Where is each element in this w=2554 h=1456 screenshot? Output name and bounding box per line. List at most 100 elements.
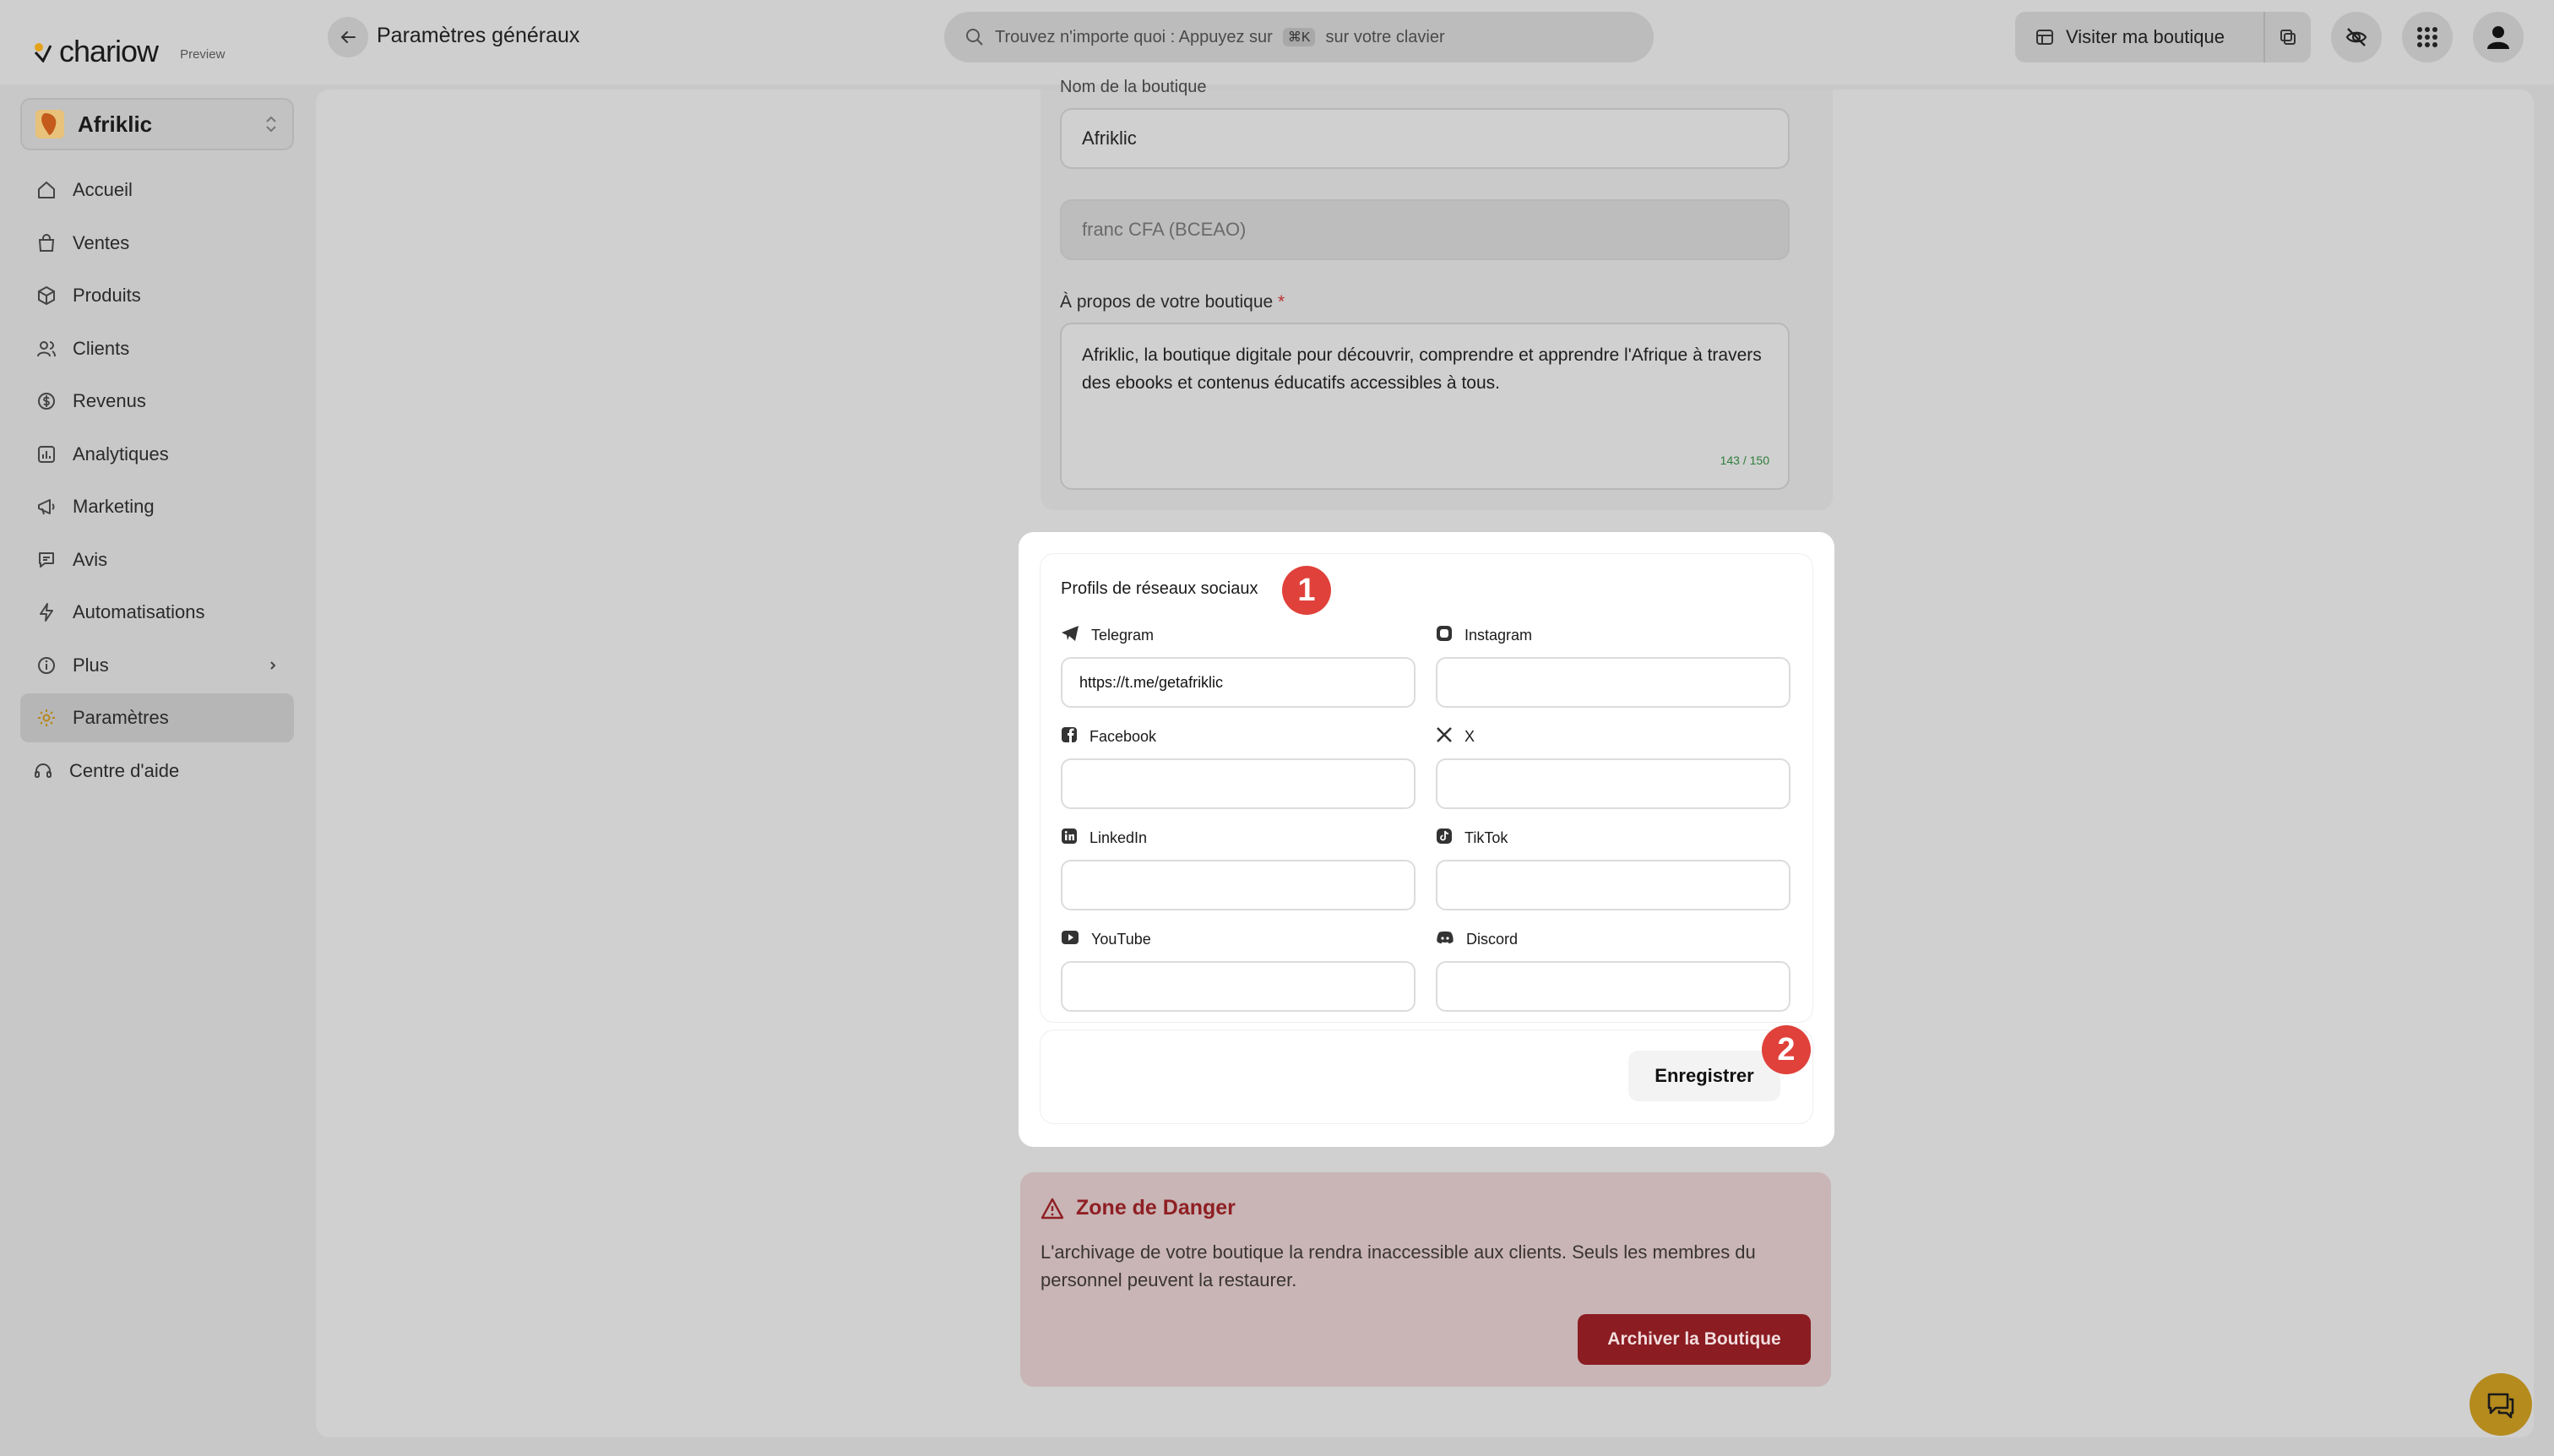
- apps-grid-icon: [2417, 27, 2437, 47]
- danger-zone-title: Zone de Danger: [1076, 1196, 1236, 1220]
- user-menu-button[interactable]: [2473, 12, 2524, 62]
- sidebar-item-parametres[interactable]: Paramètres: [20, 693, 294, 742]
- bolt-icon: [35, 601, 57, 623]
- chariow-logo-icon: [32, 41, 54, 63]
- discord-icon: [1436, 930, 1454, 949]
- back-button[interactable]: [328, 17, 368, 57]
- x-input[interactable]: [1436, 758, 1791, 809]
- youtube-input[interactable]: [1061, 961, 1416, 1012]
- social-profiles-title: Profils de réseaux sociaux: [1061, 579, 1258, 598]
- review-icon: [35, 549, 57, 571]
- store-switcher[interactable]: Afriklic: [20, 98, 294, 150]
- support-chat-button[interactable]: [2470, 1373, 2532, 1436]
- danger-zone-description: L'archivage de votre boutique la rendra …: [1041, 1241, 1756, 1290]
- field-label: TikTok: [1464, 829, 1508, 846]
- store-name-input[interactable]: Afriklic: [1060, 108, 1790, 169]
- preview-badge: Preview: [180, 46, 226, 62]
- youtube-icon: [1061, 930, 1079, 949]
- youtube-field: YouTube: [1061, 929, 1416, 1012]
- danger-zone-header: Zone de Danger: [1041, 1196, 1236, 1220]
- sidebar-item-produits[interactable]: Produits: [20, 271, 294, 320]
- visit-store-label: Visiter ma boutique: [2066, 26, 2225, 47]
- arrow-left-icon: [340, 31, 356, 43]
- instagram-input[interactable]: [1436, 657, 1791, 708]
- social-profiles-card: Profils de réseaux sociaux Telegram http…: [1041, 554, 1812, 1022]
- sidebar-item-accueil[interactable]: Accueil: [20, 166, 294, 215]
- sidebar-nav: Accueil Ventes Produits Clients Revenus …: [20, 166, 294, 799]
- field-label: X: [1464, 727, 1475, 745]
- sidebar-item-plus[interactable]: Plus: [20, 641, 294, 690]
- tiktok-field: TikTok: [1436, 828, 1791, 910]
- sidebar-item-automatisations[interactable]: Automatisations: [20, 588, 294, 637]
- sidebar-item-clients[interactable]: Clients: [20, 324, 294, 373]
- brand-name: chariow: [59, 34, 159, 68]
- chart-icon: [35, 443, 57, 465]
- page-title: Paramètres généraux: [377, 24, 580, 47]
- search-shortcut: ⌘K: [1282, 28, 1316, 46]
- highlighted-section: Profils de réseaux sociaux Telegram http…: [1019, 532, 1834, 1147]
- facebook-input[interactable]: [1061, 758, 1416, 809]
- info-icon: [35, 655, 57, 676]
- sidebar-item-label: Automatisations: [73, 601, 205, 622]
- tiktok-input[interactable]: [1436, 860, 1791, 910]
- search-bar[interactable]: Trouvez n'importe quoi : Appuyez sur ⌘K …: [944, 12, 1654, 62]
- sidebar-item-label: Analytiques: [73, 443, 169, 465]
- warning-icon: [1041, 1198, 1064, 1219]
- field-label: YouTube: [1091, 930, 1151, 948]
- field-label: Telegram: [1091, 626, 1155, 644]
- linkedin-input[interactable]: [1061, 860, 1416, 910]
- sidebar-item-label: Paramètres: [73, 707, 169, 728]
- instagram-icon: [1436, 625, 1453, 646]
- about-label-text: À propos de votre boutique: [1060, 292, 1274, 312]
- telegram-field: Telegram https://t.me/getafriklic: [1061, 625, 1416, 708]
- sidebar-item-avis[interactable]: Avis: [20, 535, 294, 584]
- sidebar-item-label: Marketing: [73, 496, 155, 517]
- archive-store-button[interactable]: Archiver la Boutique: [1578, 1314, 1811, 1365]
- search-placeholder-end: sur votre clavier: [1325, 27, 1445, 46]
- users-icon: [35, 338, 57, 360]
- revenue-icon: [35, 390, 57, 412]
- chat-icon: [2487, 1393, 2514, 1419]
- required-marker: *: [1278, 292, 1285, 312]
- apps-button[interactable]: [2402, 12, 2453, 62]
- sidebar-item-analytiques[interactable]: Analytiques: [20, 430, 294, 479]
- sidebar-item-help[interactable]: Centre d'aide: [20, 747, 294, 796]
- sidebar-item-label: Ventes: [73, 231, 130, 253]
- field-label: Facebook: [1090, 727, 1157, 745]
- headset-icon: [32, 760, 54, 782]
- sidebar-item-label: Plus: [73, 654, 109, 676]
- sidebar-item-revenus[interactable]: Revenus: [20, 377, 294, 426]
- sidebar-item-label: Revenus: [73, 390, 146, 411]
- x-icon: [1436, 726, 1453, 747]
- about-textarea[interactable]: Afriklic, la boutique digitale pour déco…: [1060, 323, 1790, 490]
- danger-zone-card: Zone de Danger L'archivage de votre bout…: [1020, 1172, 1831, 1387]
- telegram-input[interactable]: https://t.me/getafriklic: [1061, 657, 1416, 708]
- copy-link-button[interactable]: [2263, 12, 2311, 62]
- user-icon: [2487, 26, 2509, 49]
- brand-logo[interactable]: chariow Preview: [32, 34, 225, 69]
- hide-preview-button[interactable]: [2331, 12, 2382, 62]
- character-counter: 143 / 150: [1720, 454, 1769, 467]
- field-label: Instagram: [1464, 626, 1533, 644]
- store-avatar: [35, 110, 64, 139]
- field-label: Discord: [1466, 930, 1519, 948]
- about-label: À propos de votre boutique *: [1060, 292, 1285, 312]
- save-button[interactable]: Enregistrer: [1628, 1051, 1780, 1101]
- sidebar-item-ventes[interactable]: Ventes: [20, 219, 294, 268]
- top-bar: chariow Preview Paramètres généraux Trou…: [0, 0, 2554, 84]
- help-center-label: Centre d'aide: [69, 759, 180, 781]
- eye-off-icon: [2345, 28, 2367, 46]
- facebook-field: Facebook: [1061, 726, 1416, 809]
- instagram-field: Instagram: [1436, 625, 1791, 708]
- marketing-icon: [35, 496, 57, 518]
- store-name-label: Nom de la boutique: [1060, 78, 1207, 96]
- discord-input[interactable]: [1436, 961, 1791, 1012]
- sidebar-item-label: Produits: [73, 285, 141, 306]
- search-icon: [966, 29, 983, 46]
- discord-field: Discord: [1436, 929, 1791, 1012]
- sidebar-item-label: Avis: [73, 548, 108, 570]
- chevron-up-down-icon: [266, 116, 276, 133]
- sidebar-item-label: Accueil: [73, 179, 133, 200]
- sidebar-item-marketing[interactable]: Marketing: [20, 482, 294, 531]
- currency-input: franc CFA (BCEAO): [1060, 199, 1790, 260]
